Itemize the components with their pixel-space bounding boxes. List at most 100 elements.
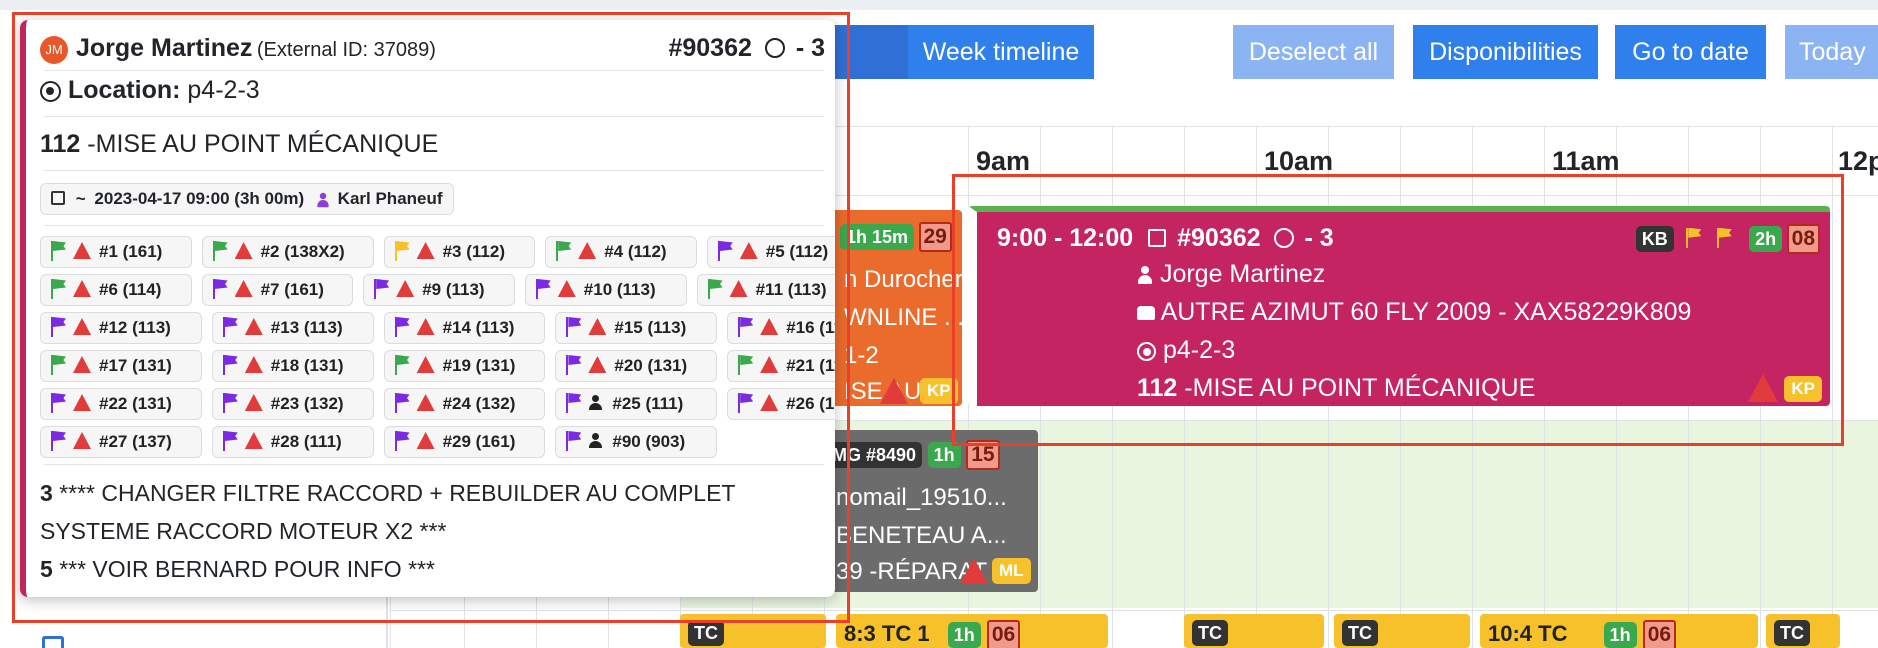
person-icon xyxy=(1137,265,1153,285)
flag-icon xyxy=(49,316,67,338)
task-tag[interactable]: #27 (137) xyxy=(40,426,202,458)
calendar-event-bottom[interactable]: TC xyxy=(1184,614,1324,648)
task-tag[interactable]: #16 (113) xyxy=(727,312,835,344)
calendar-event-bottom[interactable]: TC xyxy=(1334,614,1470,648)
date-badge: 06 xyxy=(986,620,1021,648)
calendar-event-bottom[interactable]: 8:3 TC 1 1h 06 xyxy=(836,614,1108,648)
task-tag[interactable]: #17 (131) xyxy=(40,350,202,382)
task-label: #17 (131) xyxy=(99,356,172,375)
calendar-event-bottom[interactable]: 10:4 TC 1h 06 xyxy=(1480,614,1758,648)
task-label: #14 (113) xyxy=(442,318,515,337)
tech-badge: KP xyxy=(1784,376,1822,402)
week-timeline-button[interactable]: Week timeline xyxy=(908,25,1094,79)
task-tag[interactable]: #2 (138X2) xyxy=(201,236,374,268)
task-tag[interactable]: #4 (112) xyxy=(545,236,697,268)
external-link-icon[interactable] xyxy=(1148,229,1167,247)
schedule-chip[interactable]: ~ 2023-04-17 09:00 (3h 00m) Karl Phaneuf xyxy=(40,183,454,215)
task-tag[interactable]: #6 (114) xyxy=(40,274,192,306)
task-label: #90 (903) xyxy=(612,432,686,451)
task-tag[interactable]: #22 (131) xyxy=(40,388,202,420)
schedule-datetime: 2023-04-17 09:00 (3h 00m) xyxy=(94,189,305,208)
task-label: #29 (161) xyxy=(442,432,516,451)
task-tag[interactable]: #1 (161) xyxy=(40,236,192,268)
task-tag[interactable]: #14 (113) xyxy=(383,312,546,344)
event-job-code: 112 xyxy=(1137,374,1178,402)
flag-icon xyxy=(736,354,754,376)
task-tag[interactable]: #11 (113) xyxy=(696,274,835,306)
initials-badge: MG #8490 xyxy=(826,442,923,468)
event-time: 9:00 - 12:00 xyxy=(997,224,1134,252)
initials-badge: TC xyxy=(1342,620,1378,646)
external-link-icon[interactable] xyxy=(51,191,65,205)
warning-icon xyxy=(244,318,263,336)
flag-icon xyxy=(706,278,724,300)
location-label: Location: xyxy=(67,76,181,104)
warning-icon xyxy=(588,356,607,374)
calendar-icon[interactable] xyxy=(42,636,64,648)
flag-icon xyxy=(736,316,754,338)
task-tag[interactable]: #12 (113) xyxy=(40,312,202,344)
note-number: 5 xyxy=(40,556,53,582)
warning-icon xyxy=(416,356,435,374)
task-tag[interactable]: #7 (161) xyxy=(201,274,354,306)
calendar-event-bottom[interactable]: TC xyxy=(680,614,826,648)
flag-icon xyxy=(534,278,552,300)
location-value: p4-2-3 xyxy=(187,76,260,104)
warning-icon xyxy=(244,432,263,450)
task-tag[interactable]: #90 (903) xyxy=(555,426,718,458)
ticket-number: #90362 xyxy=(668,34,752,62)
task-tag[interactable]: #23 (132) xyxy=(211,388,374,420)
task-tag[interactable]: #21 (113) xyxy=(727,350,835,382)
warning-icon xyxy=(416,394,435,412)
initials-badge: KB xyxy=(1635,226,1674,252)
task-tag[interactable]: #25 (111) xyxy=(555,388,718,420)
event-ticket: #90362 xyxy=(1177,224,1261,252)
timer-icon xyxy=(1273,228,1294,248)
warning-icon xyxy=(73,318,91,336)
flag-icon xyxy=(564,316,582,338)
task-tag[interactable]: #26 (137) xyxy=(727,388,835,420)
notes: 3 **** CHANGER FILTRE RACCORD + REBUILDE… xyxy=(40,474,820,588)
task-tag[interactable]: #3 (112) xyxy=(383,236,536,268)
task-tag[interactable]: #29 (161) xyxy=(383,426,546,458)
warning-icon xyxy=(244,394,263,412)
task-tag[interactable]: #5 (112) xyxy=(706,236,835,268)
approx-icon: ~ xyxy=(75,189,86,208)
warning-icon xyxy=(760,356,779,374)
go-to-date-button[interactable]: Go to date xyxy=(1615,25,1766,79)
task-tag[interactable]: #13 (113) xyxy=(211,312,374,344)
warning-icon xyxy=(588,318,607,336)
task-tag[interactable]: #18 (131) xyxy=(211,350,374,382)
task-label: #27 (137) xyxy=(99,432,172,451)
calendar-event-bottom[interactable]: TC xyxy=(1766,614,1840,648)
ticket-count: - 3 xyxy=(795,34,825,62)
date-badge: 29 xyxy=(918,222,952,252)
location-icon xyxy=(40,80,61,102)
warning-icon xyxy=(578,242,597,260)
task-tag[interactable]: #19 (131) xyxy=(383,350,546,382)
flag-icon xyxy=(221,316,239,338)
task-tag[interactable]: #10 (113) xyxy=(524,274,687,306)
today-button[interactable]: Today xyxy=(1785,25,1878,79)
task-tag[interactable]: #28 (111) xyxy=(211,426,374,458)
event-text: 10:4 TC xyxy=(1488,621,1568,646)
hour-label-12pm: 12p xyxy=(1838,146,1878,176)
avatar: JM xyxy=(40,36,68,64)
task-tag[interactable]: #15 (113) xyxy=(555,312,718,344)
duration-badge: 1h xyxy=(1603,622,1637,648)
task-label: #5 (112) xyxy=(765,242,829,261)
selected-calendar-event[interactable]: 9:00 - 12:00 #90362 - 3 KB 2h 08 Jorge M… xyxy=(968,206,1830,406)
initials-badge: TC xyxy=(688,620,724,646)
flag-icon xyxy=(393,240,411,262)
task-label: #26 (137) xyxy=(786,394,835,413)
task-tag[interactable]: #24 (132) xyxy=(383,388,546,420)
task-label: #24 (132) xyxy=(442,394,516,413)
task-label: #10 (113) xyxy=(583,280,656,299)
deselect-all-button[interactable]: Deselect all xyxy=(1233,25,1394,79)
task-tag[interactable]: #20 (131) xyxy=(555,350,718,382)
task-label: #7 (161) xyxy=(260,280,324,299)
divider xyxy=(44,464,824,465)
tech-badge: ML xyxy=(992,558,1031,584)
disponibilities-button[interactable]: Disponibilities xyxy=(1413,25,1598,79)
task-tag[interactable]: #9 (113) xyxy=(363,274,515,306)
